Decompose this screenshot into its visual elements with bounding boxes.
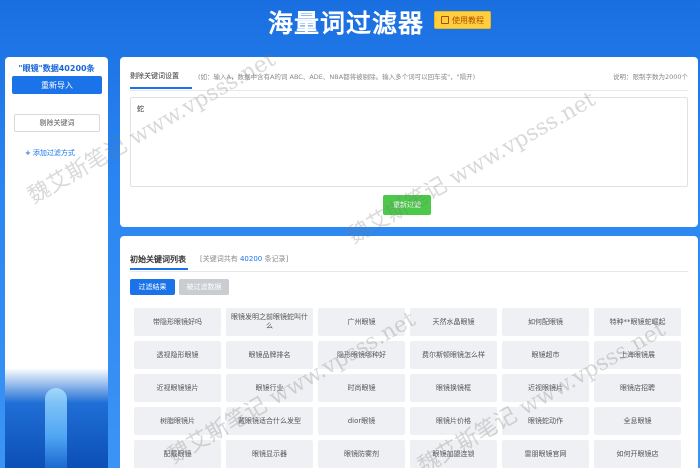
keyword-cell[interactable]: 如何配眼镜: [502, 308, 589, 336]
tab-remove-keyword-settings[interactable]: 剔除关键词设置: [130, 71, 179, 81]
tutorial-label: 使用教程: [452, 15, 484, 25]
keyword-cell[interactable]: 广州眼镜: [318, 308, 405, 336]
keyword-cell[interactable]: 眼镜行业: [226, 374, 313, 402]
keyword-grid: 带隐形眼镜好吗 眼镜发明之前眼镜蛇叫什么 广州眼镜 天然水晶眼镜 如何配眼镜 特种**眼镜…: [134, 308, 694, 468]
keyword-cell[interactable]: 上海眼镜展: [594, 341, 681, 369]
keyword-cell[interactable]: 眼镜防雾剂: [318, 440, 405, 468]
keyword-cell[interactable]: 戴眼镜适合什么发型: [226, 407, 313, 435]
keyword-cell[interactable]: 隐形眼镜哪种好: [318, 341, 405, 369]
book-icon: [441, 16, 449, 24]
filter-result-button[interactable]: 过滤结果: [130, 279, 175, 295]
tab-underline: [130, 268, 188, 270]
keyword-cell[interactable]: 全息眼镜: [594, 407, 681, 435]
keyword-cell[interactable]: 配戴眼镜: [134, 440, 221, 468]
divider: [130, 271, 688, 272]
list-total: [关键词共有 40200 条记录]: [200, 254, 288, 264]
filter-panel: 剔除关键词设置 (如：输入A，数据中含有A的词 ABC、ADE、NBA都将被剔除…: [120, 57, 698, 227]
keyword-list-panel: 初始关键词列表 [关键词共有 40200 条记录] 过滤结果 被过滤数据 带隐形…: [120, 236, 698, 468]
keyword-cell[interactable]: 眼镜显示器: [226, 440, 313, 468]
keyword-cell[interactable]: 透视隐形眼镜: [134, 341, 221, 369]
plus-icon: +: [25, 149, 31, 157]
list-title: 初始关键词列表: [130, 255, 186, 264]
sidebar: "眼镜"数据40200条 重新导入 剔除关键词 + 添加过滤方式: [5, 57, 108, 468]
data-count: "眼镜"数据40200条: [18, 64, 95, 73]
keyword-cell[interactable]: 如何开眼镜店: [594, 440, 681, 468]
tab-underline: [130, 87, 192, 89]
keyword-textarea[interactable]: 蛇: [130, 97, 688, 187]
keyword-cell[interactable]: 费尔斯顿眼镜怎么样: [410, 341, 497, 369]
keyword-cell[interactable]: 眼镜发明之前眼镜蛇叫什么: [226, 308, 313, 336]
filtered-data-button[interactable]: 被过滤数据: [179, 279, 229, 295]
keyword-cell[interactable]: 眼镜片价格: [410, 407, 497, 435]
keyword-cell[interactable]: 眼镜加盟连锁: [410, 440, 497, 468]
sidebar-illustration: [5, 368, 108, 468]
filter-hint: (如：输入A，数据中含有A的词 ABC、ADE、NBA都将被剔除。输入多个词可以…: [198, 73, 476, 81]
divider: [130, 90, 688, 91]
add-filter-label: 添加过滤方式: [32, 149, 75, 157]
app-title: 海量词过滤器: [268, 9, 425, 38]
tutorial-button[interactable]: 使用教程: [434, 11, 491, 29]
keyword-cell[interactable]: 树脂眼镜片: [134, 407, 221, 435]
keyword-cell[interactable]: 时尚眼镜: [318, 374, 405, 402]
keyword-cell[interactable]: 眼镜品牌排名: [226, 341, 313, 369]
keyword-cell[interactable]: 特种**眼镜蛇崛起: [594, 308, 681, 336]
header: 海量词过滤器 使用教程: [0, 0, 700, 48]
reimport-button[interactable]: 重新导入: [12, 76, 102, 94]
filter-note: 说明：限制字数为2000个: [612, 73, 688, 81]
remove-keyword-button[interactable]: 剔除关键词: [14, 114, 100, 132]
keyword-cell[interactable]: 天然水晶眼镜: [410, 308, 497, 336]
keyword-cell[interactable]: 眼镜蛇动作: [502, 407, 589, 435]
keyword-cell[interactable]: 眼镜换镜框: [410, 374, 497, 402]
keyword-cell[interactable]: 眼镜店招聘: [594, 374, 681, 402]
keyword-cell[interactable]: 近视眼镜片: [502, 374, 589, 402]
refilter-button[interactable]: 重新过滤: [383, 195, 431, 215]
add-filter-method-link[interactable]: + 添加过滤方式: [25, 148, 75, 158]
keyword-cell[interactable]: 带隐形眼镜好吗: [134, 308, 221, 336]
keyword-cell[interactable]: 雷朋眼镜官网: [502, 440, 589, 468]
keyword-cell[interactable]: 眼镜超市: [502, 341, 589, 369]
total-count: 40200: [239, 255, 263, 263]
total-suffix: 条记录]: [264, 255, 289, 263]
keyword-cell[interactable]: 近视眼镜镜片: [134, 374, 221, 402]
total-prefix: [关键词共有: [200, 255, 238, 263]
keyword-cell[interactable]: dior眼镜: [318, 407, 405, 435]
